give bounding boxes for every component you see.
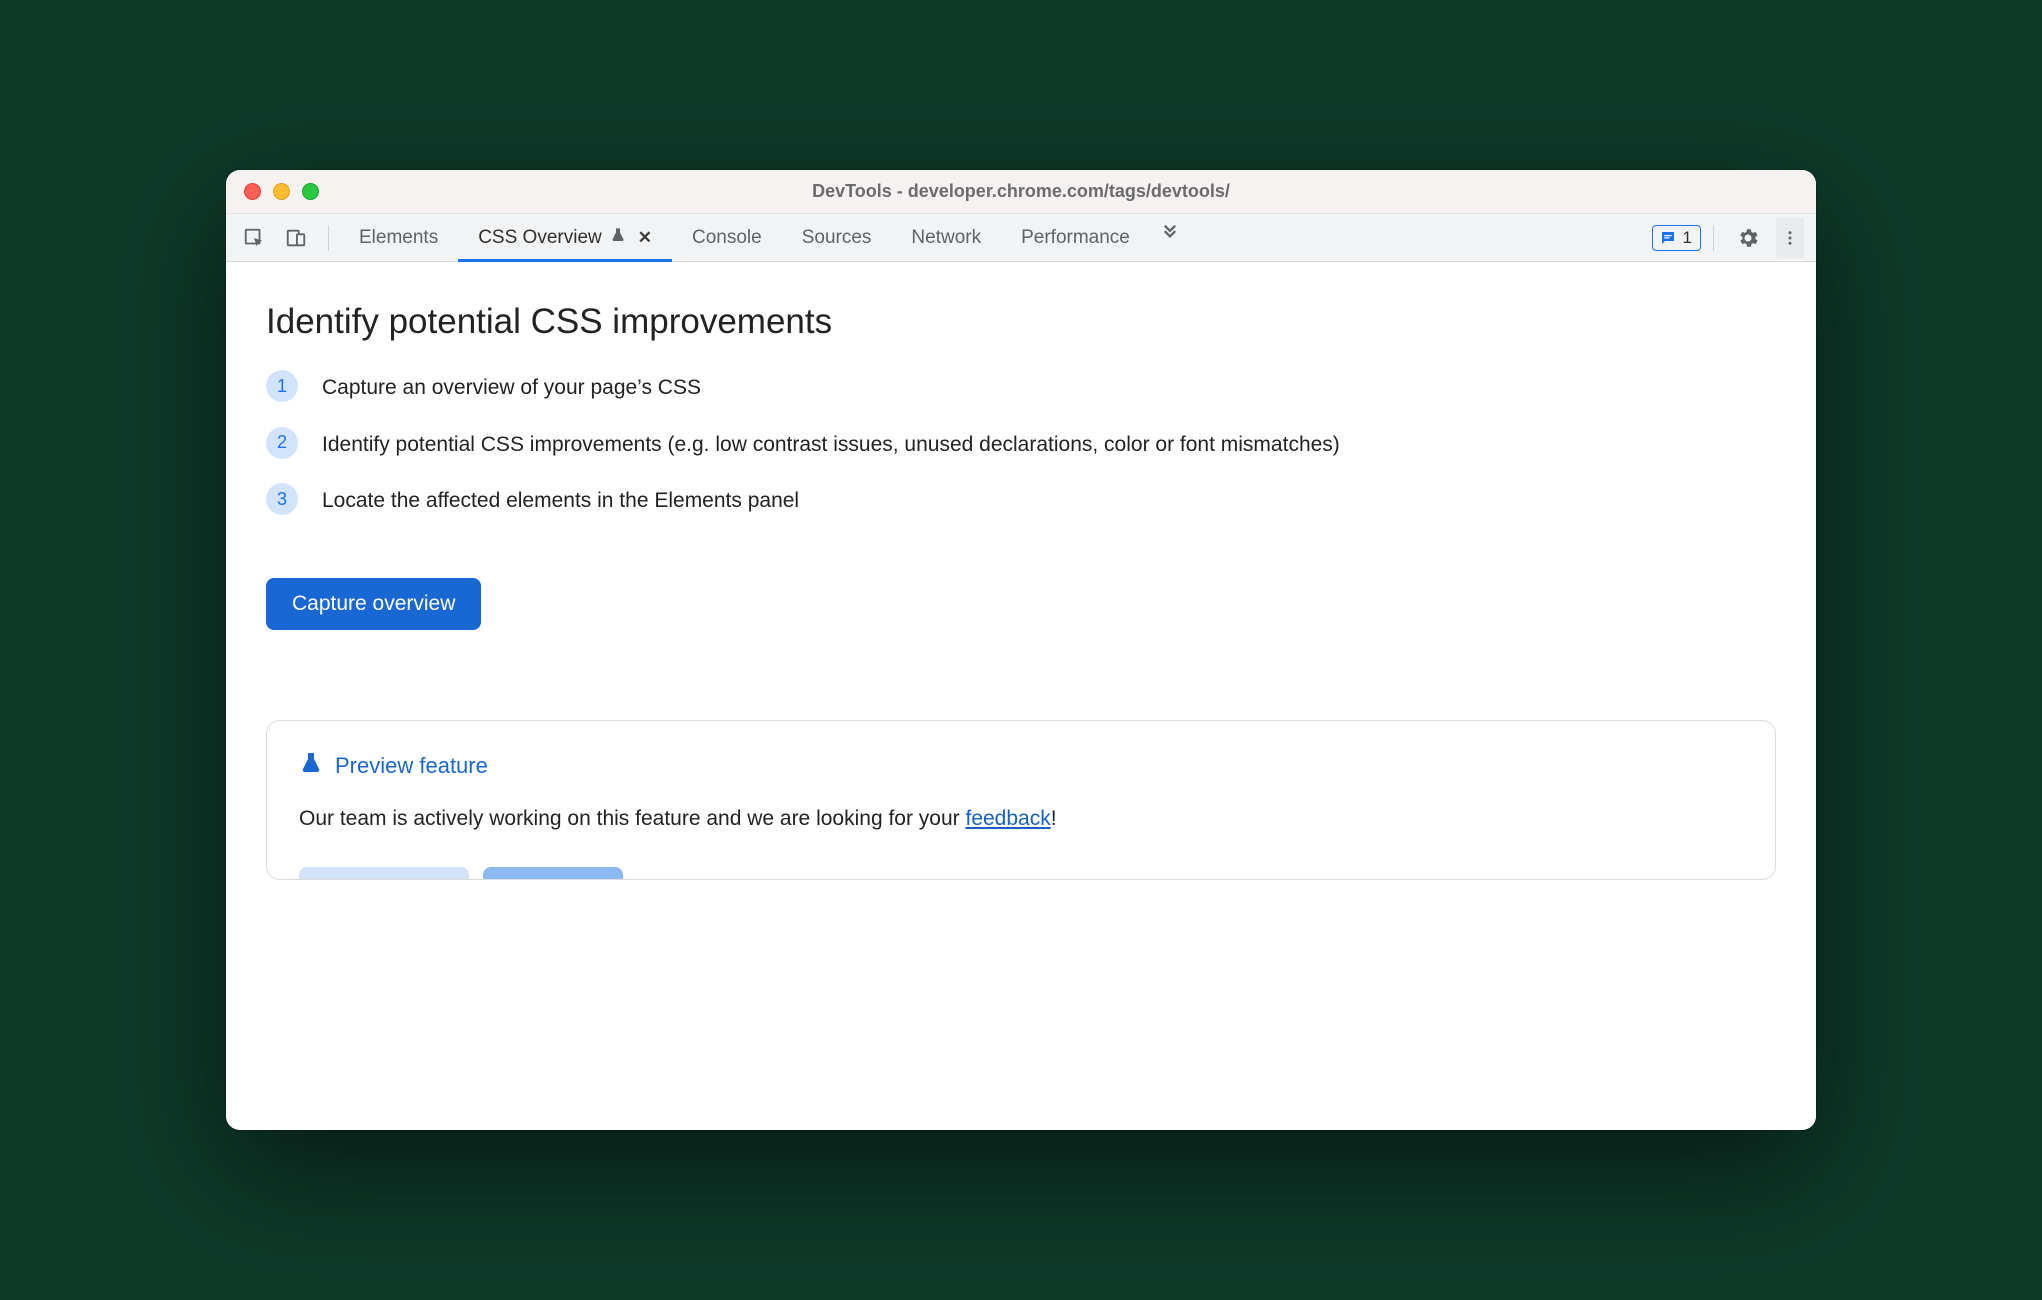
step-number: 3 — [266, 483, 298, 515]
close-window-button[interactable] — [244, 183, 261, 200]
kebab-menu-icon[interactable] — [1776, 218, 1804, 258]
settings-icon[interactable] — [1732, 222, 1764, 254]
tab-sources[interactable]: Sources — [782, 214, 892, 261]
step-text: Locate the affected elements in the Elem… — [322, 483, 799, 518]
panel-content: Identify potential CSS improvements 1 Ca… — [226, 262, 1816, 1130]
tab-network[interactable]: Network — [891, 214, 1001, 261]
titlebar: DevTools - developer.chrome.com/tags/dev… — [226, 170, 1816, 214]
inspect-element-icon[interactable] — [240, 224, 268, 252]
tab-performance[interactable]: Performance — [1001, 214, 1150, 261]
close-tab-icon[interactable]: ✕ — [634, 228, 652, 248]
tab-label: Elements — [359, 227, 438, 249]
experiment-icon — [610, 227, 626, 249]
message-icon — [1659, 229, 1677, 247]
issues-badge[interactable]: 1 — [1652, 225, 1701, 251]
feedback-link[interactable]: feedback — [965, 807, 1050, 830]
tab-label: Network — [911, 227, 981, 249]
issues-count: 1 — [1683, 228, 1692, 248]
step-text: Identify potential CSS improvements (e.g… — [322, 427, 1340, 462]
tab-label: Console — [692, 227, 762, 249]
tab-elements[interactable]: Elements — [339, 214, 458, 261]
tab-css-overview[interactable]: CSS Overview ✕ — [458, 214, 672, 261]
partial-buttons — [299, 867, 1743, 879]
maximize-window-button[interactable] — [302, 183, 319, 200]
minimize-window-button[interactable] — [273, 183, 290, 200]
tab-label: Performance — [1021, 227, 1130, 249]
step-item: 2 Identify potential CSS improvements (e… — [266, 427, 1776, 462]
preview-feature-text: Our team is actively working on this fea… — [299, 807, 1743, 831]
steps-list: 1 Capture an overview of your page’s CSS… — [266, 370, 1776, 518]
device-toggle-icon[interactable] — [282, 224, 310, 252]
window-controls — [226, 183, 319, 200]
page-heading: Identify potential CSS improvements — [266, 302, 1776, 342]
flask-icon — [299, 751, 323, 781]
tab-label: Sources — [802, 227, 872, 249]
step-number: 2 — [266, 427, 298, 459]
more-tabs-icon[interactable] — [1154, 214, 1186, 246]
partial-button[interactable] — [483, 867, 623, 879]
tab-label: CSS Overview — [478, 227, 602, 249]
capture-overview-button[interactable]: Capture overview — [266, 578, 481, 630]
step-text: Capture an overview of your page’s CSS — [322, 370, 701, 405]
window-title: DevTools - developer.chrome.com/tags/dev… — [226, 181, 1816, 202]
panel-tabs: Elements CSS Overview ✕ Console Sources … — [339, 214, 1150, 261]
devtools-window: DevTools - developer.chrome.com/tags/dev… — [226, 170, 1816, 1130]
preview-feature-title: Preview feature — [335, 753, 488, 779]
preview-feature-header: Preview feature — [299, 751, 1743, 781]
tab-console[interactable]: Console — [672, 214, 782, 261]
step-item: 3 Locate the affected elements in the El… — [266, 483, 1776, 518]
step-item: 1 Capture an overview of your page’s CSS — [266, 370, 1776, 405]
step-number: 1 — [266, 370, 298, 402]
preview-feature-card: Preview feature Our team is actively wor… — [266, 720, 1776, 880]
toolbar: Elements CSS Overview ✕ Console Sources … — [226, 214, 1816, 262]
partial-button[interactable] — [299, 867, 469, 879]
divider — [1713, 225, 1714, 251]
divider — [328, 225, 329, 251]
